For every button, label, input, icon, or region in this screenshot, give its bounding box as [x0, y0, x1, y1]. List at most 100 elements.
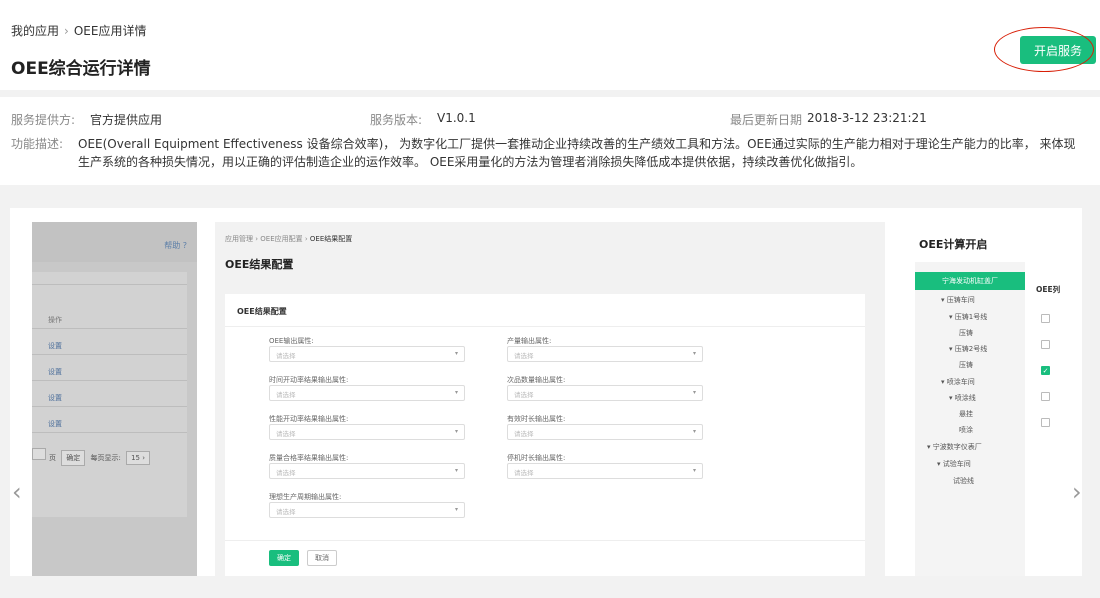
oee-column-header: OEE列 [1036, 285, 1061, 294]
checkbox-checked: ✓ [1041, 366, 1050, 375]
version-label: 服务版本: [370, 113, 423, 127]
field-label: 时间开动率结果输出属性: [269, 376, 349, 384]
tree-node: 压铸 [959, 329, 973, 337]
slide-1-table: 操作 设置 设置 设置 设置 页 确定 每页显示: 15 › [32, 272, 187, 517]
table-row: 设置 [48, 342, 62, 350]
breadcrumb-current: OEE应用详情 [73, 24, 147, 38]
pagination: 页 确定 每页显示: 15 › [32, 448, 153, 466]
provider-label: 服务提供方: [11, 113, 76, 127]
tree-node: 试验线 [953, 477, 974, 485]
slide-2-breadcrumb: 应用管理 › OEE应用配置 › OEE结果配置 [225, 234, 352, 244]
divider [32, 432, 187, 433]
bc-sep: › [255, 235, 259, 243]
slide-3: OEE计算开启 宁海发动机缸盖厂 ▾ 压铸车间 ▾ 压铸1号线 压铸 ▾ 压铸2… [905, 222, 1072, 576]
confirm-button: 确定 [269, 550, 299, 566]
select-field: 请选择 ▾ [269, 346, 465, 362]
tree-node: ▾ 压铸1号线 [949, 313, 988, 321]
updated-label: 最后更新日期 [730, 113, 803, 127]
tree-node: 喷涂 [959, 426, 973, 434]
select-field: 请选择 ▾ [269, 385, 465, 401]
chevron-down-icon: ▾ [454, 506, 458, 513]
tree-node: ▾ 压铸车间 [941, 296, 975, 304]
tree-node: ▾ 喷涂线 [949, 394, 976, 402]
select-field: 请选择 ▾ [507, 424, 703, 440]
page-confirm: 确定 [61, 450, 86, 466]
placeholder: 请选择 [276, 430, 296, 438]
oee-column: OEE列 ✓ [1027, 262, 1072, 576]
field-label: 产量输出属性: [507, 337, 552, 345]
chevron-down-icon: ▾ [454, 467, 458, 474]
chevron-down-icon: ▾ [692, 350, 696, 357]
placeholder: 请选择 [514, 352, 534, 360]
chevron-down-icon: ▾ [454, 389, 458, 396]
divider [225, 540, 865, 541]
chevron-down-icon: ▾ [692, 467, 696, 474]
field-label: 性能开动率结果输出属性: [269, 415, 349, 423]
page-header: 我的应用 › OEE应用详情 OEE综合运行详情 开启服务 [0, 0, 1100, 90]
field-label: 质量合格率结果输出属性: [269, 454, 349, 462]
breadcrumb-root[interactable]: 我的应用 [11, 24, 59, 38]
checkbox [1041, 314, 1050, 323]
carousel-next-icon[interactable]: › [1072, 478, 1082, 506]
chevron-down-icon: ▾ [454, 350, 458, 357]
tree-node-selected: 宁海发动机缸盖厂 [915, 272, 1025, 290]
select-field: 请选择 ▾ [507, 385, 703, 401]
page-input [32, 448, 46, 460]
breadcrumb: 我的应用 › OEE应用详情 [11, 22, 146, 39]
slide-1: 帮助 ? 操作 设置 设置 设置 设置 页 确定 每页显示: 15 › [32, 222, 197, 576]
select-field: 请选择 ▾ [269, 463, 465, 479]
slide-3-title: OEE计算开启 [919, 238, 988, 251]
field-label: 理想生产周期输出属性: [269, 493, 342, 501]
chevron-down-icon: ▾ [454, 428, 458, 435]
placeholder: 请选择 [276, 469, 296, 477]
slide-2-title: OEE结果配置 [225, 258, 294, 271]
select-field: 请选择 ▾ [507, 463, 703, 479]
per-page-select: 15 › [126, 451, 150, 465]
service-info: 服务提供方: 官方提供应用 服务版本: V1.0.1 最后更新日期 2018-3… [0, 97, 1100, 185]
divider [32, 380, 187, 381]
column-header: 操作 [48, 316, 62, 324]
placeholder: 请选择 [514, 430, 534, 438]
per-page-label: 每页显示: [90, 454, 121, 462]
table-row: 设置 [48, 394, 62, 402]
placeholder: 请选择 [276, 508, 296, 516]
config-card-title: OEE结果配置 [237, 307, 287, 316]
divider [32, 406, 187, 407]
carousel-prev-icon[interactable]: ‹ [12, 478, 22, 506]
screenshot-carousel: ‹ › 帮助 ? 操作 设置 设置 设置 设置 页 确定 每页显示: 15 › [10, 208, 1082, 576]
start-service-button[interactable]: 开启服务 [1020, 36, 1096, 64]
divider [32, 328, 187, 329]
tree-node: ▾ 试验车间 [937, 460, 971, 468]
bc-item: 应用管理 [225, 235, 253, 243]
updated-value: 2018-3-12 23:21:21 [807, 111, 927, 125]
description-label: 功能描述: [11, 137, 64, 151]
select-field: 请选择 ▾ [269, 502, 465, 518]
field-label: OEE输出属性: [269, 337, 314, 345]
cancel-button: 取消 [307, 550, 337, 566]
table-row: 设置 [48, 420, 62, 428]
bc-sep: › [304, 235, 308, 243]
tree-node: ▾ 宁波数字仪表厂 [927, 443, 982, 451]
select-field: 请选择 ▾ [507, 346, 703, 362]
org-tree: 宁海发动机缸盖厂 ▾ 压铸车间 ▾ 压铸1号线 压铸 ▾ 压铸2号线 压铸 ▾ … [915, 262, 1025, 576]
placeholder: 请选择 [514, 469, 534, 477]
page-title: OEE综合运行详情 [11, 59, 151, 79]
description-text: OEE(Overall Equipment Effectiveness 设备综合… [78, 137, 1076, 169]
chevron-down-icon: ▾ [692, 389, 696, 396]
checkbox [1041, 340, 1050, 349]
tree-node: 悬挂 [959, 410, 973, 418]
chevron-down-icon: ▾ [692, 428, 696, 435]
placeholder: 请选择 [276, 352, 296, 360]
field-label: 停机时长输出属性: [507, 454, 566, 462]
slide-2: 应用管理 › OEE应用配置 › OEE结果配置 OEE结果配置 OEE结果配置… [215, 222, 885, 576]
config-card: OEE结果配置 OEE输出属性: 请选择 ▾ 时间开动率结果输出属性: 请选择 ▾ … [225, 294, 865, 576]
slide-1-topbar: 帮助 ? [32, 222, 197, 262]
divider [32, 354, 187, 355]
field-label: 有效时长输出属性: [507, 415, 566, 423]
version-value: V1.0.1 [437, 111, 476, 125]
table-row: 设置 [48, 368, 62, 376]
breadcrumb-separator: › [64, 24, 69, 38]
help-link: 帮助 ? [164, 241, 187, 250]
page-label: 页 [49, 454, 56, 462]
tree-node: 压铸 [959, 361, 973, 369]
